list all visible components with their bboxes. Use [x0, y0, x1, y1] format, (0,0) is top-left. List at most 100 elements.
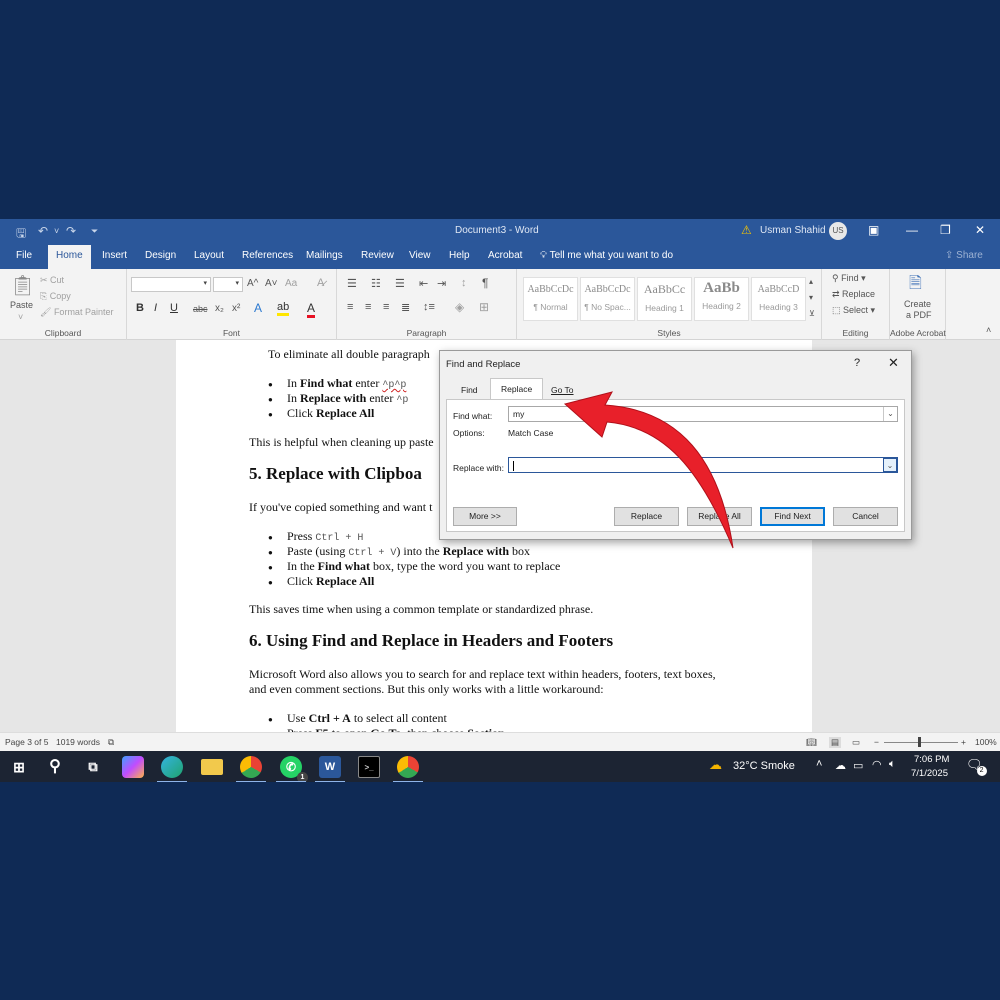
file-explorer-icon[interactable]: [201, 759, 223, 775]
paste-button[interactable]: Paste: [10, 300, 33, 310]
tab-references[interactable]: References: [242, 250, 293, 261]
style-heading-1[interactable]: AaBbCc Heading 1: [637, 277, 692, 321]
tab-replace[interactable]: Replace: [490, 378, 544, 400]
font-size-box[interactable]: ▾: [213, 277, 243, 292]
clear-formatting-icon[interactable]: A̷: [317, 277, 324, 289]
undo-dropdown-icon[interactable]: ˅: [54, 226, 59, 236]
tab-home[interactable]: Home: [48, 245, 91, 269]
show-marks-icon[interactable]: ¶: [482, 276, 488, 290]
customize-icon[interactable]: ⏷: [91, 226, 98, 237]
styles-scroll-down-icon[interactable]: ▾: [809, 293, 813, 302]
word-count[interactable]: 1019 words: [56, 737, 100, 747]
wifi-icon[interactable]: ◠: [872, 758, 882, 771]
avatar[interactable]: US: [829, 222, 847, 240]
tab-go-to[interactable]: Go To: [541, 380, 584, 400]
font-name-box[interactable]: ▾: [131, 277, 211, 292]
tab-layout[interactable]: Layout: [194, 250, 224, 261]
tab-design[interactable]: Design: [145, 250, 176, 261]
shrink-font-button[interactable]: A˅: [265, 278, 278, 289]
tab-review[interactable]: Review: [361, 250, 394, 261]
collapse-ribbon-icon[interactable]: ˄: [986, 325, 991, 335]
redo-icon[interactable]: ↷: [66, 224, 76, 238]
search-icon[interactable]: ⚲: [44, 756, 66, 778]
copilot-icon[interactable]: [122, 756, 144, 778]
weather-icon[interactable]: ☁: [709, 757, 722, 773]
font-color-icon[interactable]: A: [307, 301, 316, 318]
multilevel-list-icon[interactable]: ☰: [395, 277, 405, 290]
paste-icon[interactable]: 📋︎: [10, 273, 35, 298]
select-button[interactable]: ⬚ Select ▾: [832, 305, 875, 316]
help-button[interactable]: ?: [854, 357, 860, 369]
italic-button[interactable]: I: [154, 302, 157, 314]
chevron-down-icon[interactable]: ▾: [203, 279, 207, 287]
volume-icon[interactable]: 🔈︎: [889, 758, 896, 771]
copy-button[interactable]: ⎘ Copy: [40, 291, 71, 302]
terminal-icon[interactable]: >_: [358, 756, 380, 778]
tab-view[interactable]: View: [409, 250, 431, 261]
battery-icon[interactable]: ▭: [853, 759, 863, 772]
whatsapp-icon[interactable]: ✆ 1: [276, 756, 308, 782]
bold-button[interactable]: B: [136, 302, 144, 314]
tell-me-box[interactable]: 💡︎ Tell me what you want to do: [540, 250, 673, 261]
undo-icon[interactable]: ↶: [38, 224, 48, 238]
more-button[interactable]: More >>: [453, 507, 517, 526]
clock-date[interactable]: 7/1/2025: [911, 768, 948, 779]
align-center-icon[interactable]: ≡: [365, 301, 371, 313]
chevron-down-icon[interactable]: ⌄: [883, 407, 897, 421]
cut-button[interactable]: ✂ Cut: [40, 275, 64, 286]
underline-button[interactable]: U: [170, 302, 178, 314]
chevron-down-icon[interactable]: ▾: [235, 279, 239, 287]
find-next-button[interactable]: Find Next: [760, 507, 825, 526]
zoom-slider[interactable]: [884, 742, 958, 743]
highlight-icon[interactable]: ab: [277, 301, 290, 316]
zoom-out-icon[interactable]: −: [874, 737, 879, 747]
tab-insert[interactable]: Insert: [102, 250, 127, 261]
justify-icon[interactable]: ≣: [401, 301, 410, 314]
tab-file[interactable]: File: [16, 250, 32, 261]
replace-button[interactable]: ⇄ Replace: [832, 289, 875, 300]
borders-icon[interactable]: ⊞: [479, 300, 489, 314]
strikethrough-button[interactable]: abc: [193, 304, 208, 314]
ribbon-display-icon[interactable]: ▣: [868, 223, 879, 237]
proofing-icon[interactable]: ⧉: [108, 737, 114, 748]
replace-all-button[interactable]: Replace All: [687, 507, 752, 526]
warning-icon[interactable]: ⚠: [741, 223, 752, 237]
style-heading-2[interactable]: AaBb Heading 2: [694, 277, 749, 321]
bullets-icon[interactable]: ☰: [347, 277, 357, 290]
zoom-level[interactable]: 100%: [975, 737, 997, 747]
tab-help[interactable]: Help: [449, 250, 470, 261]
print-layout-icon[interactable]: ▤: [829, 737, 842, 748]
style-normal[interactable]: AaBbCcDc ¶ Normal: [523, 277, 578, 321]
tab-acrobat[interactable]: Acrobat: [488, 250, 522, 261]
minimize-icon[interactable]: —: [906, 223, 918, 237]
restore-icon[interactable]: ❐: [940, 223, 951, 237]
onedrive-icon[interactable]: ☁: [835, 759, 846, 772]
chrome-icon[interactable]: [236, 756, 266, 782]
notifications-icon[interactable]: 🗨︎ 2: [966, 757, 987, 776]
line-spacing-icon[interactable]: ↕≡: [423, 301, 435, 313]
styles-scroll-up-icon[interactable]: ▴: [809, 277, 813, 286]
paste-dropdown-icon[interactable]: ˅: [18, 312, 23, 322]
superscript-button[interactable]: x²: [232, 303, 240, 314]
close-icon[interactable]: ✕: [888, 355, 899, 371]
increase-indent-icon[interactable]: ⇥: [437, 277, 446, 290]
shading-icon[interactable]: ◈: [455, 300, 464, 314]
tray-chevron-icon[interactable]: ˄: [816, 758, 822, 770]
style-heading-3[interactable]: AaBbCcD Heading 3: [751, 277, 806, 321]
text-effects-icon[interactable]: A: [254, 301, 262, 315]
user-name[interactable]: Usman Shahid: [760, 225, 826, 236]
styles-more-icon[interactable]: ⊻: [809, 309, 815, 318]
grow-font-button[interactable]: A^: [247, 278, 258, 289]
cancel-button[interactable]: Cancel: [833, 507, 898, 526]
subscript-button[interactable]: x₂: [215, 303, 224, 314]
find-what-input[interactable]: my ⌄: [508, 406, 898, 422]
task-view-icon[interactable]: ⧉: [82, 756, 104, 778]
share-button[interactable]: ⇪ Share: [945, 250, 983, 261]
chrome-profile-icon[interactable]: [393, 756, 423, 782]
clock-time[interactable]: 7:06 PM: [914, 754, 949, 765]
weather-text[interactable]: 32°C Smoke: [733, 760, 795, 772]
pdf-icon[interactable]: 🗎: [909, 272, 922, 299]
create-pdf-line2[interactable]: a PDF: [906, 310, 932, 320]
style-no-spacing[interactable]: AaBbCcDc ¶ No Spac...: [580, 277, 635, 321]
close-icon[interactable]: ✕: [975, 223, 985, 237]
